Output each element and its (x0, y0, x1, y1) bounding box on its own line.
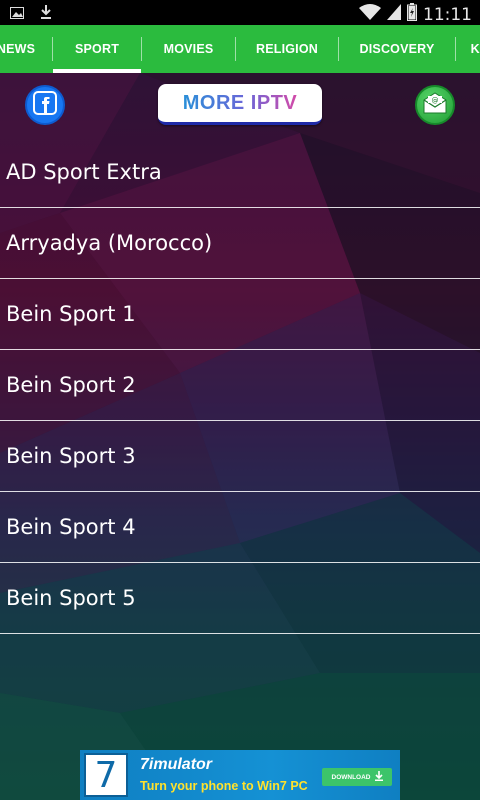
battery-icon (407, 3, 417, 26)
main-content: MORE IPTV @ AD Sport Extra Arryadya (Moro… (0, 73, 480, 800)
status-bar: 11:11 (0, 0, 480, 25)
ad-download-label: DOWNLOAD (331, 773, 371, 781)
channel-name: Bein Sport 3 (6, 444, 136, 468)
ad-title: 7imulator (140, 756, 213, 774)
email-button[interactable]: @ (415, 85, 455, 125)
channel-item[interactable]: AD Sport Extra (0, 137, 480, 208)
tab-label: DISCOVERY (359, 42, 435, 56)
ad-download-button[interactable]: DOWNLOAD (322, 768, 392, 786)
tab-discovery[interactable]: DISCOVERY (339, 25, 455, 73)
clock: 11:11 (423, 4, 472, 25)
facebook-icon (33, 90, 57, 120)
channel-name: AD Sport Extra (6, 160, 162, 184)
channel-item[interactable]: Bein Sport 5 (0, 563, 480, 634)
channel-item[interactable]: Bein Sport 2 (0, 350, 480, 421)
tab-movies[interactable]: MOVIES (142, 25, 235, 73)
facebook-button[interactable] (25, 85, 65, 125)
download-arrow-icon (374, 771, 383, 783)
tab-label: RELIGION (255, 42, 319, 56)
image-icon (10, 6, 24, 24)
tab-label: SPORT (74, 42, 120, 56)
wifi-icon (359, 4, 381, 25)
tab-sport[interactable]: SPORT (53, 25, 141, 73)
signal-icon (387, 4, 401, 25)
category-tab-bar: NEWS SPORT MOVIES RELIGION DISCOVERY KIDS (0, 25, 480, 73)
channel-name: Bein Sport 4 (6, 515, 136, 539)
email-icon: @ (422, 91, 448, 119)
channel-list: AD Sport Extra Arryadya (Morocco) Bein Spo… (0, 137, 480, 634)
channel-item[interactable]: Bein Sport 4 (0, 492, 480, 563)
more-iptv-label: MORE IPTV (182, 91, 298, 114)
channel-name: Bein Sport 1 (6, 302, 136, 326)
ad-subtitle: Turn your phone to Win7 PC (140, 778, 308, 793)
ad-logo: 7 (84, 753, 128, 797)
tab-label: KIDS (470, 42, 480, 56)
tab-religion[interactable]: RELIGION (236, 25, 338, 73)
channel-name: Arryadya (Morocco) (6, 231, 213, 255)
ad-banner[interactable]: 7 7imulator Turn your phone to Win7 PC D… (80, 750, 400, 800)
more-iptv-button[interactable]: MORE IPTV (158, 84, 322, 125)
channel-item[interactable]: Bein Sport 1 (0, 279, 480, 350)
svg-text:@: @ (432, 96, 439, 104)
channel-item[interactable]: Arryadya (Morocco) (0, 208, 480, 279)
tab-label: NEWS (0, 42, 36, 56)
download-icon (40, 4, 52, 25)
tab-strip: NEWS SPORT MOVIES RELIGION DISCOVERY KIDS (0, 25, 480, 73)
action-row: MORE IPTV @ (0, 73, 480, 137)
channel-name: Bein Sport 5 (6, 586, 136, 610)
tab-news[interactable]: NEWS (0, 25, 52, 73)
channel-item[interactable]: Bein Sport 3 (0, 421, 480, 492)
tab-kids[interactable]: KIDS (456, 25, 480, 73)
tab-label: MOVIES (163, 42, 214, 56)
channel-name: Bein Sport 2 (6, 373, 136, 397)
